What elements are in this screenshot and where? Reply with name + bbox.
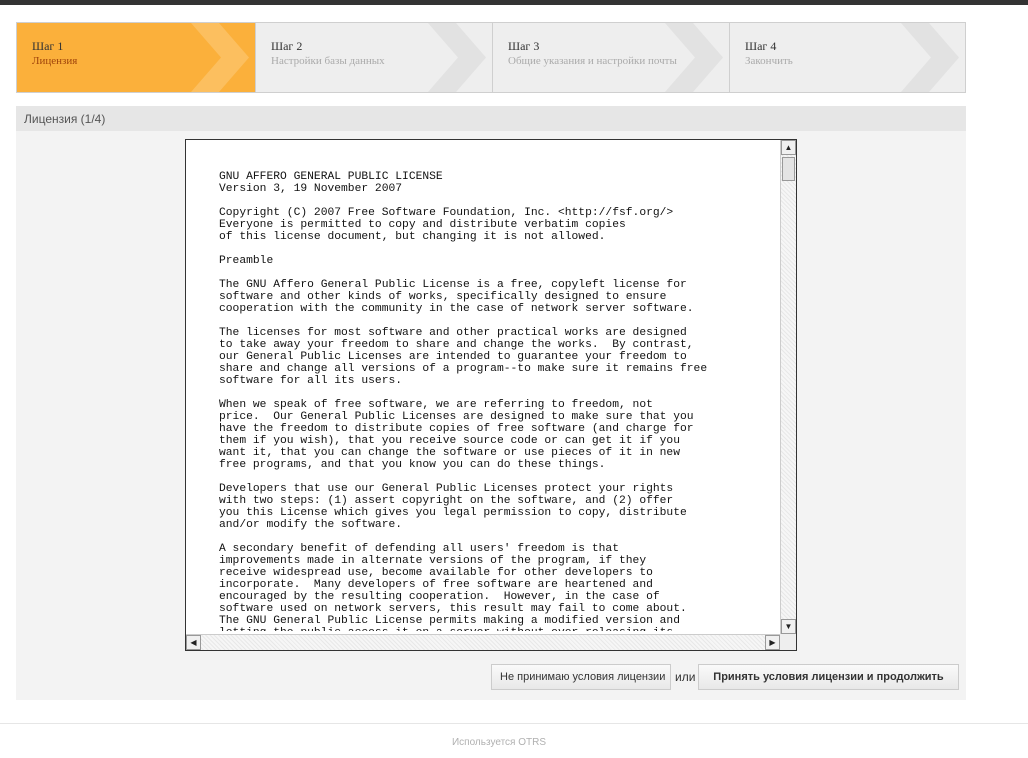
scroll-right-arrow-icon[interactable]: ▶ <box>765 635 780 650</box>
step-2-database: Шаг 2 Настройки базы данных <box>255 23 492 92</box>
or-label: или <box>675 670 696 684</box>
license-textarea[interactable]: GNU AFFERO GENERAL PUBLIC LICENSE Versio… <box>185 139 797 651</box>
step-number: Шаг 3 <box>508 39 540 53</box>
license-panel: Лицензия (1/4) GNU AFFERO GENERAL PUBLIC… <box>16 106 966 700</box>
step-name: Настройки базы данных <box>271 55 385 67</box>
step-number: Шаг 1 <box>32 39 64 53</box>
vertical-scrollbar[interactable]: ▲ ▼ <box>780 140 796 634</box>
scroll-down-arrow-icon[interactable]: ▼ <box>781 619 796 634</box>
step-name: Закончить <box>745 55 793 67</box>
scroll-up-arrow-icon[interactable]: ▲ <box>781 140 796 155</box>
chevron-right-icon <box>901 23 959 92</box>
top-bar <box>0 0 1028 5</box>
step-name: Общие указания и настройки почты <box>508 55 677 67</box>
horizontal-scrollbar[interactable]: ◀ ▶ <box>186 634 780 650</box>
step-3-mail-settings: Шаг 3 Общие указания и настройки почты <box>492 23 729 92</box>
step-1-license: Шаг 1 Лицензия <box>17 23 255 92</box>
step-number: Шаг 2 <box>271 39 303 53</box>
step-4-finish: Шаг 4 Закончить <box>729 23 965 92</box>
accept-license-button[interactable]: Принять условия лицензии и продолжить <box>698 664 959 690</box>
panel-title: Лицензия (1/4) <box>24 112 106 126</box>
license-text: GNU AFFERO GENERAL PUBLIC LICENSE Versio… <box>219 171 708 631</box>
scroll-left-arrow-icon[interactable]: ◀ <box>186 635 201 650</box>
panel-header: Лицензия (1/4) <box>16 106 966 131</box>
step-name: Лицензия <box>32 55 78 67</box>
chevron-right-icon <box>191 23 249 92</box>
decline-license-button[interactable]: Не принимаю условия лицензии <box>491 664 671 690</box>
installer-steps: Шаг 1 Лицензия Шаг 2 Настройки базы данн… <box>16 22 966 93</box>
footer: Используется OTRS <box>0 737 1028 748</box>
footer-divider <box>0 723 1028 724</box>
scrollbar-corner <box>780 634 796 650</box>
powered-by-otrs-link[interactable]: Используется OTRS <box>452 737 546 748</box>
vertical-scroll-thumb[interactable] <box>782 157 795 181</box>
step-number: Шаг 4 <box>745 39 777 53</box>
chevron-right-icon <box>428 23 486 92</box>
